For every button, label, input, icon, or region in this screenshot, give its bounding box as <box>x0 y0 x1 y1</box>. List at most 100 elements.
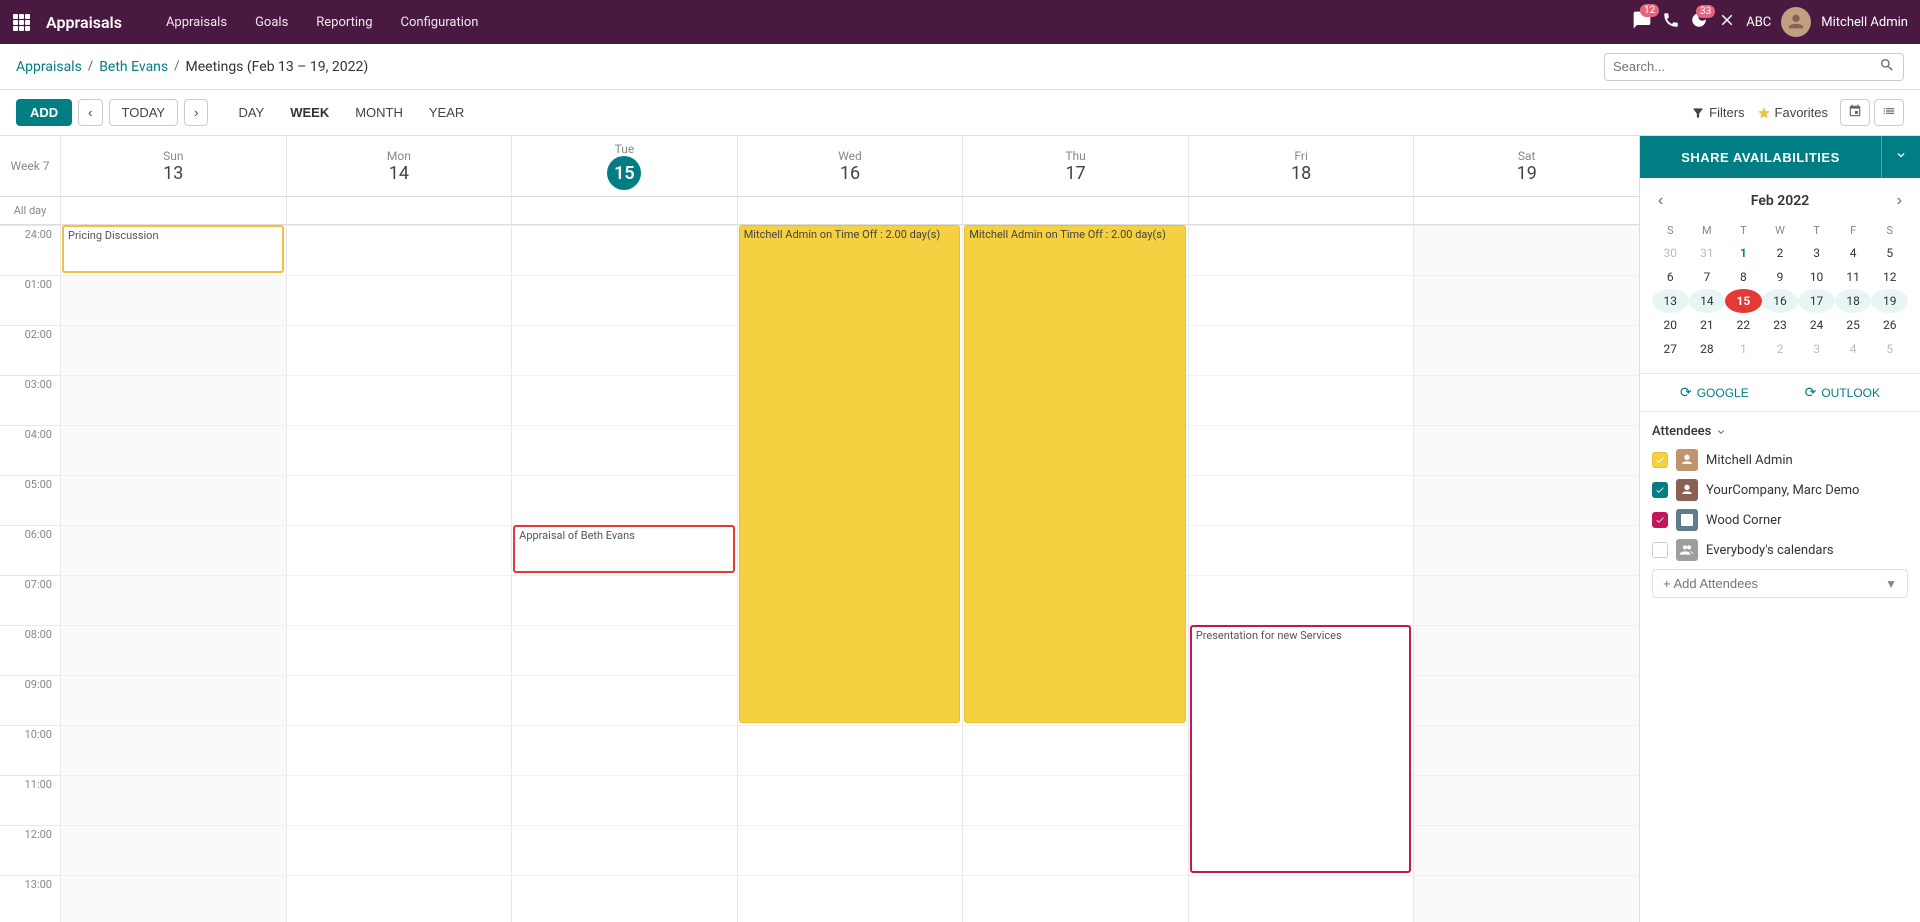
mini-day-6[interactable]: 6 <box>1652 265 1689 289</box>
day-name-mon: Mon <box>387 149 411 163</box>
mini-day-18[interactable]: 18 <box>1835 289 1872 313</box>
mini-day-30[interactable]: 30 <box>1652 241 1689 265</box>
filter-button[interactable]: Filters <box>1691 105 1744 120</box>
add-attendee-input[interactable] <box>1663 576 1885 591</box>
share-availabilities-btn[interactable]: SHARE AVAILABILITIES <box>1640 138 1881 177</box>
day-header-tue[interactable]: Tue 15 <box>511 136 737 196</box>
mini-day-4[interactable]: 4 <box>1835 241 1872 265</box>
mini-day-1[interactable]: 1 <box>1725 241 1762 265</box>
menu-goals[interactable]: Goals <box>243 9 300 36</box>
attendee-everybody-avatar <box>1676 539 1698 561</box>
attendee-everybody-checkbox[interactable] <box>1652 542 1668 558</box>
event-presentation-for-new[interactable]: Presentation for new Services <box>1190 625 1412 873</box>
mini-day-12[interactable]: 12 <box>1871 265 1908 289</box>
add-attendee-chevron-icon[interactable]: ▼ <box>1885 577 1897 591</box>
prev-button[interactable]: ‹ <box>78 99 102 126</box>
day-col-5: Presentation for new Services <box>1188 225 1414 922</box>
phone-icon[interactable] <box>1662 11 1680 33</box>
menu-reporting[interactable]: Reporting <box>304 9 384 36</box>
mini-day-28[interactable]: 28 <box>1689 337 1726 361</box>
mini-day-23[interactable]: 23 <box>1762 313 1799 337</box>
close-icon[interactable] <box>1718 11 1736 33</box>
mini-cal-next-btn[interactable]: › <box>1891 190 1908 212</box>
event-pricing-discussion[interactable]: Pricing Discussion <box>62 225 284 273</box>
allday-cell-sat <box>1413 197 1639 224</box>
mini-day-22[interactable]: 22 <box>1725 313 1762 337</box>
mini-day-mar5[interactable]: 5 <box>1871 337 1908 361</box>
allday-cell-thu <box>962 197 1188 224</box>
subheader: Appraisals / Beth Evans / Meetings (Feb … <box>0 44 1920 90</box>
outlook-sync-btn[interactable]: ⟳ OUTLOOK <box>1805 384 1880 401</box>
mini-day-mar3[interactable]: 3 <box>1798 337 1835 361</box>
mini-day-26[interactable]: 26 <box>1871 313 1908 337</box>
today-button[interactable]: TODAY <box>109 99 179 126</box>
mini-day-mar4[interactable]: 4 <box>1835 337 1872 361</box>
search-box[interactable] <box>1604 53 1904 81</box>
mini-day-25[interactable]: 25 <box>1835 313 1872 337</box>
event-mitchell-admin-on-ti[interactable]: Mitchell Admin on Time Off : 2.00 day(s) <box>739 225 961 723</box>
next-button[interactable]: › <box>184 99 208 126</box>
breadcrumb-appraisals[interactable]: Appraisals <box>16 59 82 75</box>
grid-menu-icon[interactable] <box>12 13 30 31</box>
mini-day-17[interactable]: 17 <box>1798 289 1835 313</box>
mini-day-3[interactable]: 3 <box>1798 241 1835 265</box>
menu-appraisals[interactable]: Appraisals <box>154 9 239 36</box>
calendar-view-btn[interactable] <box>1840 99 1870 126</box>
username[interactable]: Mitchell Admin <box>1821 15 1908 30</box>
mini-day-31[interactable]: 31 <box>1689 241 1726 265</box>
mini-day-15[interactable]: 15 <box>1725 289 1762 313</box>
mini-day-10[interactable]: 10 <box>1798 265 1835 289</box>
mini-day-27[interactable]: 27 <box>1652 337 1689 361</box>
sync-row: ⟳ GOOGLE ⟳ OUTLOOK <box>1640 374 1920 412</box>
mini-day-mar2[interactable]: 2 <box>1762 337 1799 361</box>
attendees-label: Attendees <box>1652 424 1711 439</box>
mini-cal-prev-btn[interactable]: ‹ <box>1652 190 1669 212</box>
year-view-btn[interactable]: YEAR <box>419 100 474 125</box>
attendee-wood-corner-checkbox[interactable] <box>1652 512 1668 528</box>
week-view-btn[interactable]: WEEK <box>280 100 339 125</box>
attendee-mitchell-checkbox[interactable] <box>1652 452 1668 468</box>
avatar[interactable] <box>1781 7 1811 37</box>
add-attendee-row[interactable]: ▼ <box>1652 569 1908 598</box>
mini-day-13[interactable]: 13 <box>1652 289 1689 313</box>
event-mitchell-admin-on-ti[interactable]: Mitchell Admin on Time Off : 2.00 day(s) <box>964 225 1186 723</box>
attendees-header[interactable]: Attendees <box>1652 424 1908 439</box>
moon-icon[interactable]: 33 <box>1690 11 1708 33</box>
mini-day-mar1[interactable]: 1 <box>1725 337 1762 361</box>
day-num-wed: 16 <box>840 163 860 184</box>
day-num-thu: 17 <box>1065 163 1085 184</box>
event-appraisal-of-beth-ev[interactable]: Appraisal of Beth Evans <box>513 525 735 573</box>
search-icon[interactable] <box>1879 57 1895 77</box>
mini-day-7[interactable]: 7 <box>1689 265 1726 289</box>
day-name-fri: Fri <box>1294 149 1307 163</box>
search-input[interactable] <box>1613 59 1879 74</box>
mini-day-19[interactable]: 19 <box>1871 289 1908 313</box>
topnav-right: 12 33 ABC Mitchell Admin <box>1632 7 1908 37</box>
mini-day-11[interactable]: 11 <box>1835 265 1872 289</box>
share-chevron-icon[interactable] <box>1881 136 1920 178</box>
list-view-btn[interactable] <box>1874 99 1904 126</box>
day-name-wed: Wed <box>838 149 862 163</box>
mini-day-5[interactable]: 5 <box>1871 241 1908 265</box>
mini-day-2[interactable]: 2 <box>1762 241 1799 265</box>
mini-day-9[interactable]: 9 <box>1762 265 1799 289</box>
mini-day-14[interactable]: 14 <box>1689 289 1726 313</box>
messages-icon[interactable]: 12 <box>1632 10 1652 34</box>
day-name-thu: Thu <box>1065 149 1085 163</box>
attendee-marc-checkbox[interactable] <box>1652 482 1668 498</box>
menu-configuration[interactable]: Configuration <box>389 9 491 36</box>
breadcrumb-beth-evans[interactable]: Beth Evans <box>99 59 168 75</box>
dow-t2: T <box>1798 220 1835 241</box>
month-view-btn[interactable]: MONTH <box>345 100 413 125</box>
google-sync-btn[interactable]: ⟳ GOOGLE <box>1680 384 1749 401</box>
favorites-button[interactable]: Favorites <box>1757 105 1828 120</box>
mini-day-20[interactable]: 20 <box>1652 313 1689 337</box>
day-num-tue: 15 <box>607 156 641 190</box>
mini-day-24[interactable]: 24 <box>1798 313 1835 337</box>
time-grid-body: 24:0001:0002:0003:0004:0005:0006:0007:00… <box>0 225 1639 922</box>
mini-day-16[interactable]: 16 <box>1762 289 1799 313</box>
mini-day-8[interactable]: 8 <box>1725 265 1762 289</box>
add-button[interactable]: ADD <box>16 99 72 126</box>
mini-day-21[interactable]: 21 <box>1689 313 1726 337</box>
day-view-btn[interactable]: DAY <box>228 100 274 125</box>
